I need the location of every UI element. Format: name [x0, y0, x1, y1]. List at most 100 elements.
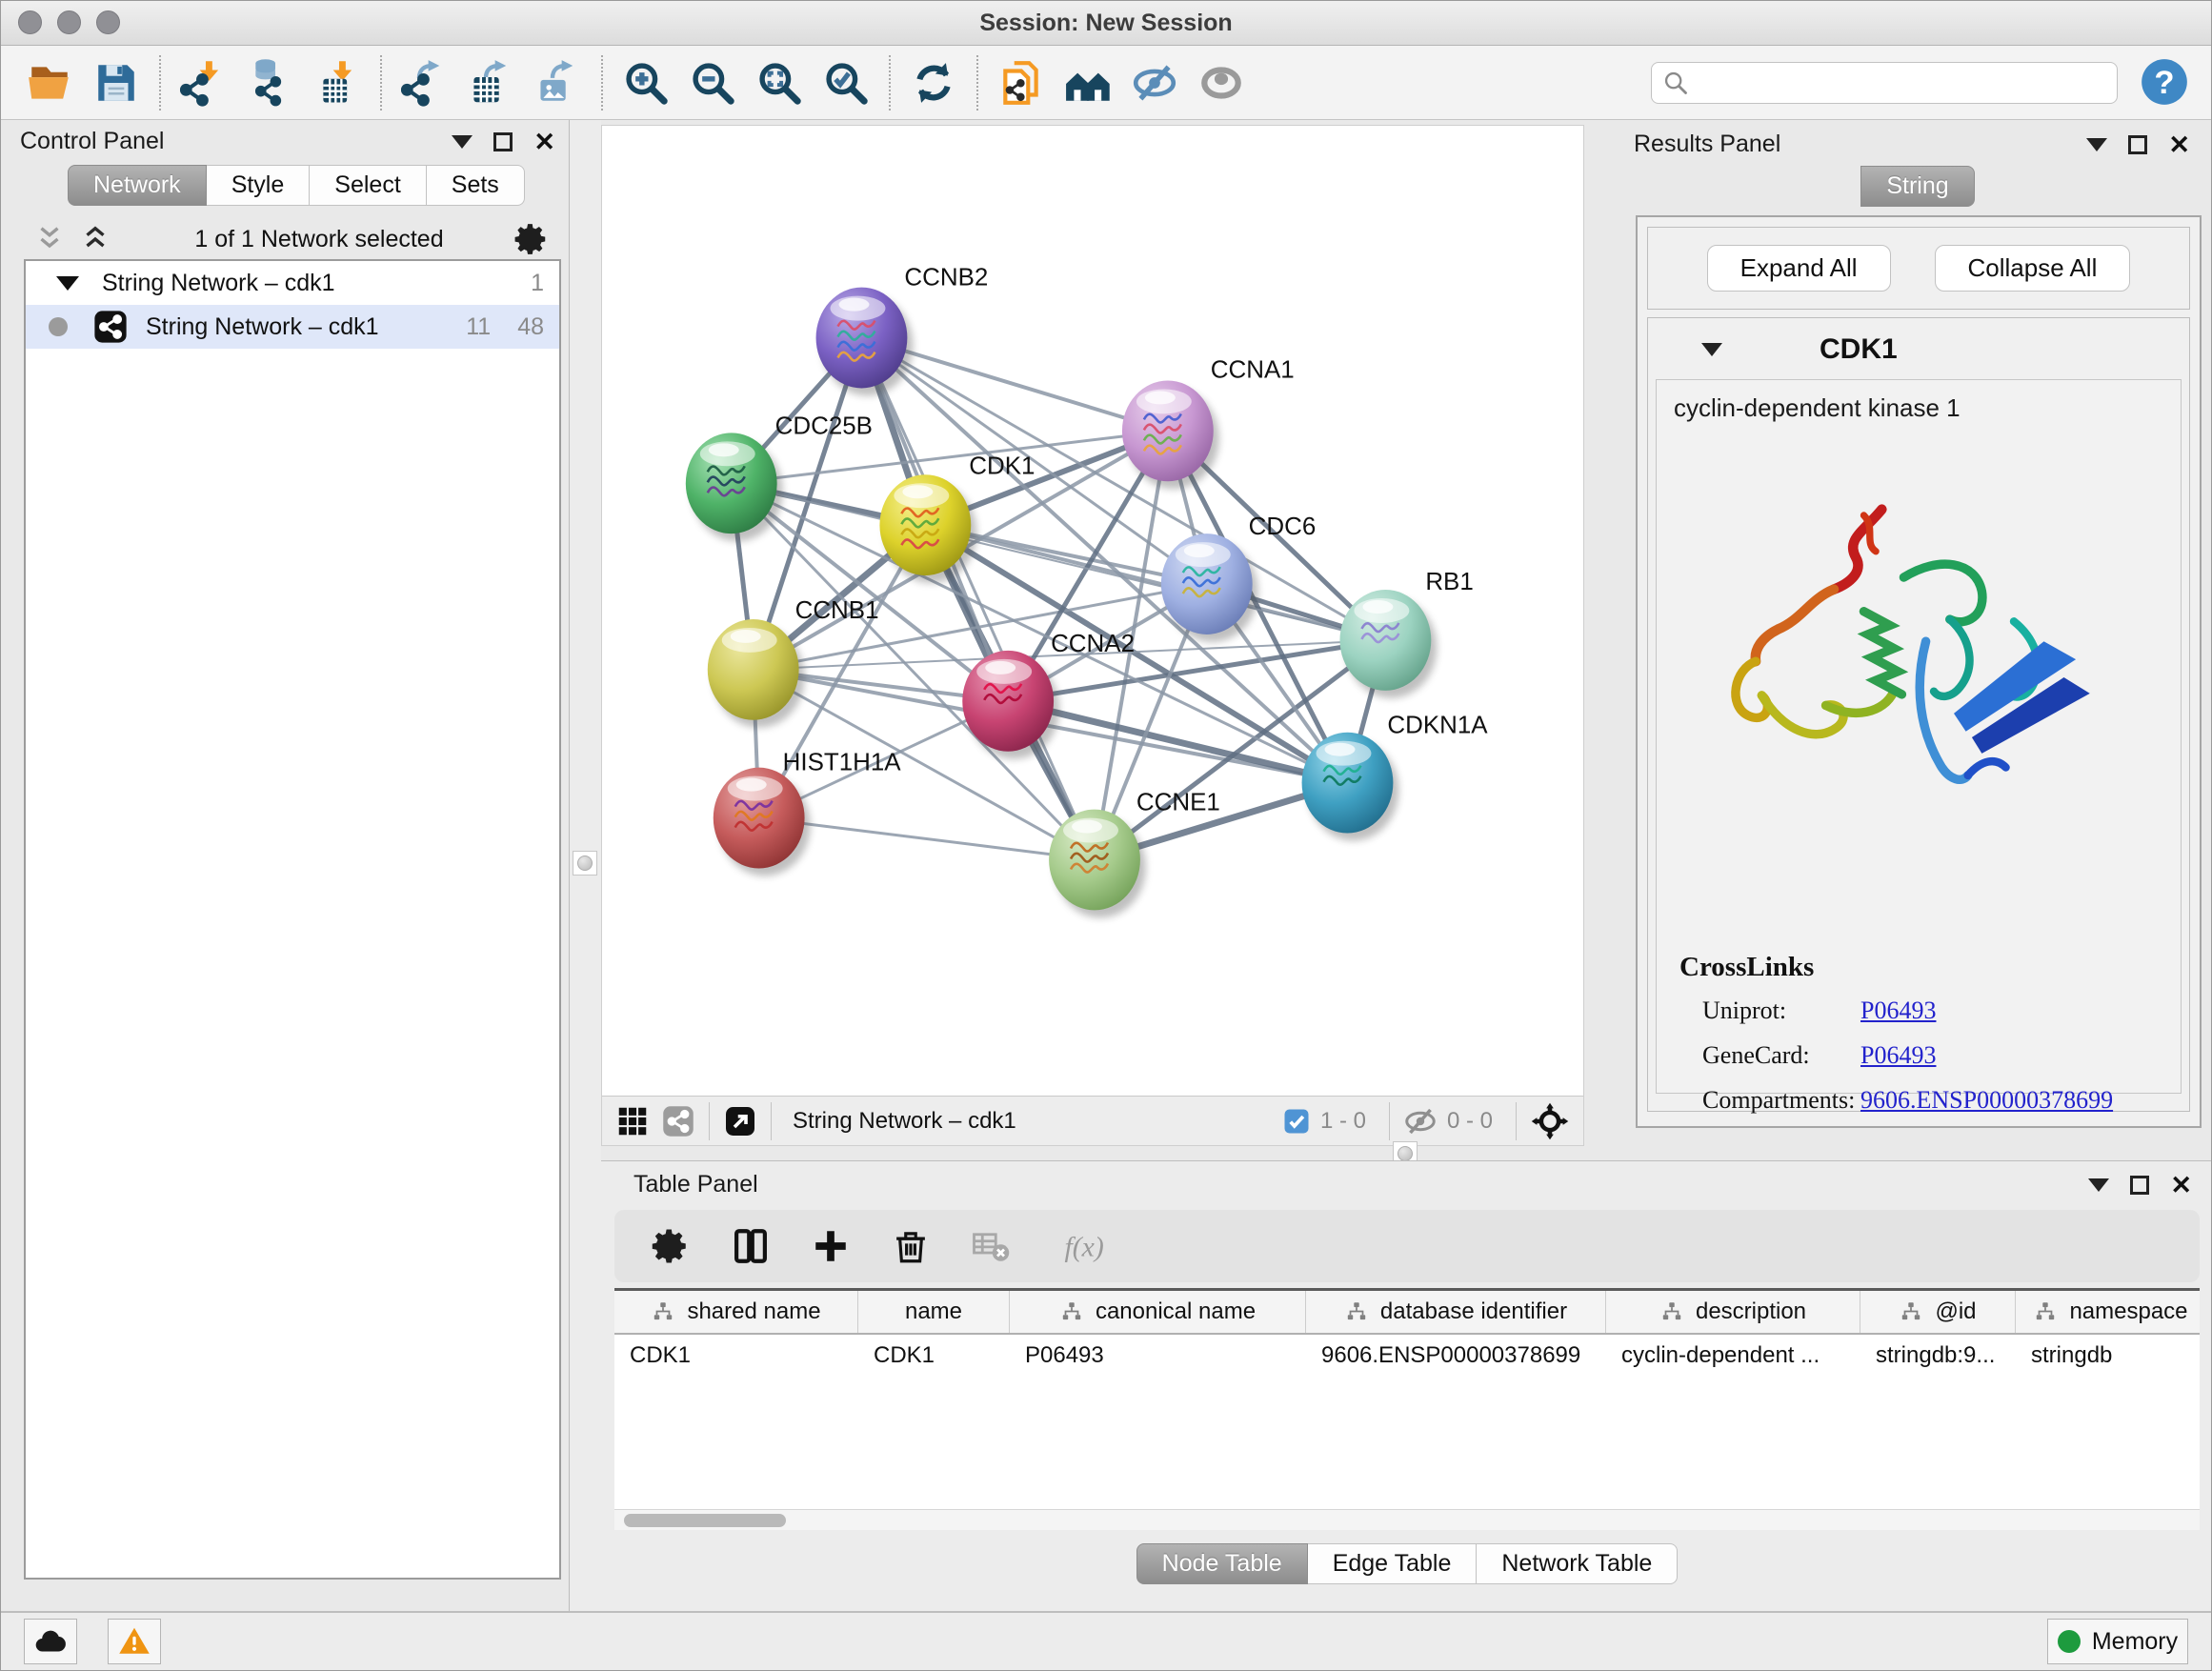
network-node-CCNB2[interactable]: CCNB2 — [816, 265, 989, 396]
open-session-button[interactable] — [16, 52, 83, 113]
detach-view-icon[interactable] — [723, 1104, 757, 1138]
shared-column-icon — [2033, 1299, 2058, 1324]
tab-network[interactable]: Network — [68, 165, 207, 206]
zoom-out-button[interactable] — [679, 52, 746, 113]
left-splitter-handle[interactable] — [573, 851, 597, 876]
panel-close-icon[interactable]: ✕ — [533, 132, 555, 151]
tab-network-table[interactable]: Network Table — [1477, 1543, 1678, 1584]
zoom-in-button[interactable] — [613, 52, 679, 113]
network-options-gear-icon[interactable] — [513, 221, 550, 257]
fit-selected-button[interactable] — [813, 52, 879, 113]
tab-select[interactable]: Select — [310, 165, 426, 206]
collapse-all-button[interactable]: Collapse All — [1935, 245, 2131, 292]
import-network-from-database-button[interactable] — [237, 52, 304, 113]
crosslink-label: GeneCard: — [1679, 1041, 1860, 1070]
selected-node-edge-counts: 1 - 0 — [1320, 1108, 1366, 1135]
gene-disclosure-icon[interactable] — [1701, 343, 1722, 356]
expand-all-icon[interactable] — [79, 223, 111, 255]
network-node-CDKN1A[interactable]: CDKN1A — [1302, 713, 1489, 841]
network-view-icon[interactable] — [661, 1104, 695, 1138]
tab-node-table[interactable]: Node Table — [1136, 1543, 1308, 1584]
network-node-CDC6[interactable]: CDC6 — [1161, 513, 1316, 642]
grid-view-icon[interactable] — [615, 1104, 650, 1138]
selected-checkbox-icon[interactable] — [1282, 1107, 1311, 1136]
expand-all-button[interactable]: Expand All — [1707, 245, 1891, 292]
network-node-CCNB1[interactable]: CCNB1 — [708, 597, 879, 728]
help-button[interactable]: ? — [2139, 57, 2190, 109]
cell-namespace[interactable]: stringdb — [2016, 1335, 2200, 1379]
crosslink-link[interactable]: 9606.ENSP00000378699 — [1860, 1086, 2113, 1115]
table-hscrollbar-thumb[interactable] — [624, 1514, 786, 1527]
column-header-canonical-name[interactable]: canonical name — [1010, 1291, 1306, 1333]
new-network-from-selection-button[interactable] — [988, 52, 1055, 113]
network-node-CDK1[interactable]: CDK1 — [879, 453, 1035, 583]
show-all-button[interactable] — [1188, 52, 1255, 113]
column-header-shared-name[interactable]: shared name — [614, 1291, 858, 1333]
panel-float-icon[interactable] — [493, 132, 513, 151]
crosslink-label: Uniprot: — [1679, 997, 1860, 1025]
table-options-gear-icon[interactable] — [651, 1226, 691, 1266]
cell-shared-name[interactable]: CDK1 — [614, 1335, 858, 1379]
tab-string[interactable]: String — [1860, 166, 1974, 207]
network-node-HIST1H1A[interactable]: HIST1H1A — [714, 750, 902, 876]
collapse-all-icon[interactable] — [33, 223, 66, 255]
cell-canonical-name[interactable]: P06493 — [1010, 1335, 1306, 1379]
table-close-icon[interactable]: ✕ — [2170, 1176, 2192, 1195]
crosslink-link[interactable]: P06493 — [1860, 997, 1936, 1025]
add-column-icon[interactable] — [811, 1226, 851, 1266]
column-header-database-identifier[interactable]: database identifier — [1306, 1291, 1606, 1333]
warnings-button[interactable] — [108, 1619, 161, 1664]
network-node-count: 11 — [466, 313, 491, 341]
column-header-namespace[interactable]: namespace — [2016, 1291, 2200, 1333]
panel-menu-icon[interactable] — [452, 135, 473, 149]
network-row[interactable]: String Network – cdk1 11 48 — [26, 305, 559, 349]
column-header--id[interactable]: @id — [1860, 1291, 2016, 1333]
import-network-from-file-button[interactable] — [171, 52, 237, 113]
network-node-CCNA1[interactable]: CCNA1 — [1122, 356, 1295, 489]
memory-button[interactable]: Memory — [2047, 1619, 2188, 1664]
birds-eye-view-icon[interactable] — [1530, 1101, 1570, 1141]
cell--id[interactable]: stringdb:9... — [1860, 1335, 2016, 1379]
fit-content-button[interactable] — [746, 52, 813, 113]
tab-sets[interactable]: Sets — [427, 165, 525, 206]
current-network-name: String Network – cdk1 — [793, 1108, 1282, 1135]
export-table-button[interactable] — [458, 52, 525, 113]
network-node-RB1[interactable]: RB1 — [1339, 569, 1473, 698]
left-splitter[interactable] — [569, 120, 601, 1613]
column-header-name[interactable]: name — [858, 1291, 1010, 1333]
table-menu-icon[interactable] — [2088, 1178, 2109, 1192]
cloud-button[interactable] — [24, 1619, 77, 1664]
title-bar: Session: New Session — [1, 1, 2211, 46]
hide-selected-button[interactable] — [1121, 52, 1188, 113]
export-image-button[interactable] — [525, 52, 592, 113]
network-home-button[interactable] — [1055, 52, 1121, 113]
collection-disclosure-icon[interactable] — [56, 276, 79, 291]
cell-description[interactable]: cyclin-dependent ... — [1606, 1335, 1860, 1379]
tab-style[interactable]: Style — [207, 165, 311, 206]
save-session-button[interactable] — [83, 52, 150, 113]
search-input[interactable] — [1651, 62, 2118, 104]
toolbar-separator — [601, 55, 603, 111]
network-node-CCNE1[interactable]: CCNE1 — [1049, 790, 1220, 918]
export-network-button[interactable] — [392, 52, 458, 113]
results-menu-icon[interactable] — [2086, 138, 2107, 151]
network-collection-row[interactable]: String Network – cdk1 1 — [26, 261, 559, 305]
import-table-from-file-button[interactable] — [304, 52, 371, 113]
table-row[interactable]: CDK1CDK1P064939606.ENSP00000378699cyclin… — [614, 1335, 2200, 1379]
delete-column-icon[interactable] — [891, 1226, 931, 1266]
cell-database-identifier[interactable]: 9606.ENSP00000378699 — [1306, 1335, 1606, 1379]
zoom-in-icon — [622, 59, 670, 107]
control-panel-title: Control Panel — [20, 128, 164, 155]
show-columns-icon[interactable] — [731, 1226, 771, 1266]
apply-preferred-layout-button[interactable] — [900, 52, 967, 113]
results-float-icon[interactable] — [2128, 135, 2147, 154]
network-canvas[interactable]: CCNB2 CCNA1 CDC25B CDK1 — [602, 126, 1583, 1096]
tab-edge-table[interactable]: Edge Table — [1308, 1543, 1478, 1584]
cell-name[interactable]: CDK1 — [858, 1335, 1010, 1379]
column-header-description[interactable]: description — [1606, 1291, 1860, 1333]
results-panel: Results Panel ✕ String Expand All Collap… — [1626, 125, 2209, 1149]
network-current-dot — [49, 317, 68, 336]
crosslink-link[interactable]: P06493 — [1860, 1041, 1936, 1070]
table-float-icon[interactable] — [2130, 1176, 2149, 1195]
results-close-icon[interactable]: ✕ — [2168, 135, 2190, 154]
